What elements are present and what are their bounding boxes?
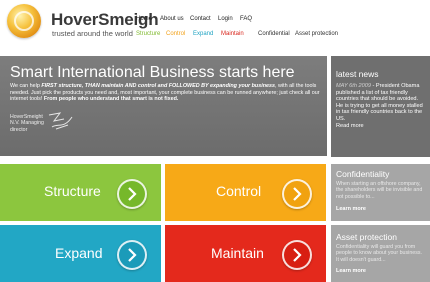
signature-name: HoverSmeight N.V. Managing director (10, 114, 44, 133)
signature-line: director (10, 126, 28, 133)
confidentiality-text: When starting an offshore company, the s… (336, 181, 423, 200)
signature-scribble-icon (48, 112, 73, 130)
chevron-right-icon (293, 187, 302, 201)
tile-control-arrow[interactable] (282, 179, 312, 209)
asset-protection-title: Asset protection (336, 232, 397, 242)
nav-faq[interactable]: FAQ (240, 15, 252, 23)
nav-login[interactable]: Login (218, 15, 233, 23)
tile-expand-arrow[interactable] (117, 240, 147, 270)
nav-asset-protection[interactable]: Asset protection (295, 30, 338, 38)
chevron-right-icon (128, 248, 137, 262)
hero-text-bold: From people who understand that smart is… (43, 96, 179, 103)
tile-structure-label[interactable]: Structure (44, 183, 101, 199)
nav-home[interactable]: Home (136, 15, 152, 23)
nav-about-us[interactable]: About us (160, 15, 184, 23)
nav-structure[interactable]: Structure (136, 30, 160, 38)
logo-ring-icon (14, 11, 34, 31)
tile-control-label[interactable]: Control (216, 183, 261, 199)
hero-text: We can help FIRST structure, THAN mainta… (10, 83, 320, 103)
nav-control[interactable]: Control (166, 30, 185, 38)
hero-text-emphasis: FIRST structure, THAN maintain AND contr… (41, 83, 275, 89)
tile-maintain-label[interactable]: Maintain (211, 245, 264, 261)
chevron-right-icon (293, 248, 302, 262)
tile-expand-label[interactable]: Expand (55, 245, 102, 261)
tile-structure-arrow[interactable] (117, 179, 147, 209)
hero-title: Smart International Business starts here (10, 64, 295, 81)
news-text: MAY 6th 2009 - President Obama published… (336, 83, 426, 129)
asset-protection-learn-more[interactable]: Learn more (336, 268, 366, 275)
asset-protection-text: Confidentiality will guard you from peop… (336, 244, 422, 263)
nav-maintain[interactable]: Maintain (221, 30, 244, 38)
confidentiality-title: Confidentiality (336, 169, 390, 179)
news-read-more[interactable]: Read more (336, 123, 426, 130)
nav-confidential[interactable]: Confidential (258, 30, 290, 38)
brand-tagline: trusted around the world (52, 29, 133, 38)
news-title: latest news (336, 69, 379, 79)
hero-text-intro: We can help (10, 83, 42, 89)
nav-expand[interactable]: Expand (193, 30, 213, 38)
nav-contact[interactable]: Contact (190, 15, 211, 23)
news-date: MAY 6th 2009 (336, 83, 371, 89)
chevron-right-icon (128, 187, 137, 201)
confidentiality-learn-more[interactable]: Learn more (336, 206, 366, 213)
signature-line: N.V. Managing (10, 120, 44, 127)
tile-maintain-arrow[interactable] (282, 240, 312, 270)
news-body: - President Obama published a list of ta… (336, 83, 423, 122)
